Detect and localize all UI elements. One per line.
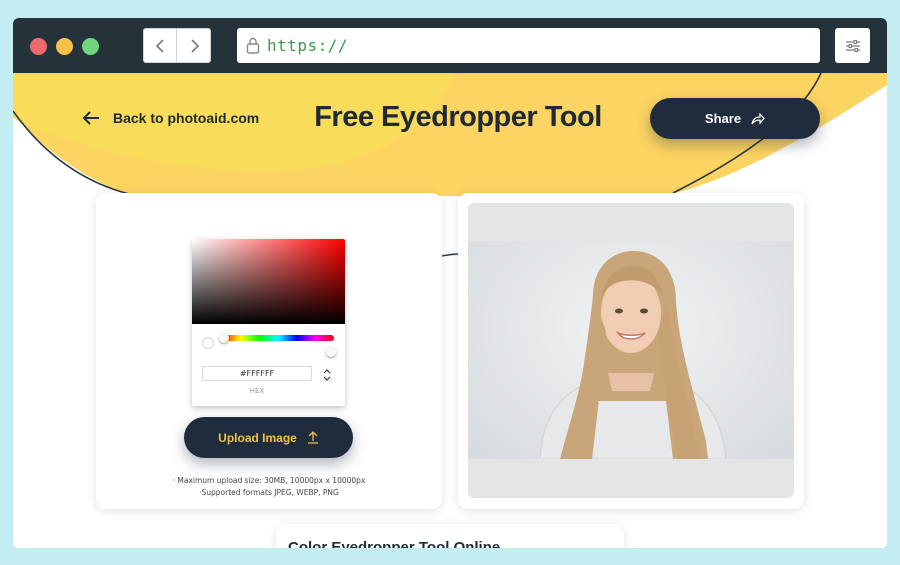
share-arrow-icon [751,112,765,125]
back-to-site-link[interactable]: Back to photoaid.com [81,108,259,128]
browser-titlebar: https:// [13,18,887,73]
lock-icon [245,37,261,55]
page-title: Free Eyedropper Tool [314,101,602,133]
back-link-label: Back to photoaid.com [113,110,260,126]
upload-arrow-icon [307,431,318,444]
minimize-window-button[interactable] [56,38,73,55]
chevron-up-down-icon [323,369,331,381]
saturation-area[interactable] [192,239,345,324]
forward-nav-button[interactable] [178,29,211,62]
hex-label: HEX [249,387,265,395]
close-window-button[interactable] [30,38,47,55]
hex-input[interactable]: #FFFFFF [202,366,312,381]
nav-buttons [143,28,211,63]
color-picker-card: #FFFFFF HEX Upload Image · Maximum uploa… [96,193,442,509]
info-section-card: Color Eyedropper Tool Online [276,524,624,548]
alpha-slider-thumb[interactable] [326,347,336,357]
hue-slider-thumb[interactable] [219,333,229,343]
url-text: https:// [267,36,349,55]
chevron-right-icon [190,38,199,53]
upload-size-note: · Maximum upload size: 30MB, 10000px x 1… [172,476,366,485]
page-content: Back to photoaid.com Free Eyedropper Too… [13,73,887,548]
share-button-label: Share [704,111,742,126]
back-nav-button[interactable] [144,29,177,62]
color-swatch [202,337,214,349]
sliders-icon [845,39,860,52]
browser-window: https:// Back to photoaid.com Free Eyedr… [13,18,887,548]
hue-slider[interactable] [222,335,334,341]
chevron-left-icon [155,38,164,53]
woman-portrait-image [539,251,727,459]
upload-button-label: Upload Image [218,430,297,445]
uploaded-photo[interactable] [468,241,794,459]
arrow-left-icon [82,111,99,125]
section-heading: Color Eyedropper Tool Online [288,539,501,548]
image-preview-area[interactable] [468,203,794,498]
format-toggle-button[interactable] [320,367,334,383]
address-bar[interactable]: https:// [237,28,820,63]
image-preview-card [458,193,804,509]
alpha-slider[interactable] [222,349,334,355]
settings-button[interactable] [835,28,870,63]
color-picker: #FFFFFF HEX [192,239,345,406]
maximize-window-button[interactable] [82,38,99,55]
upload-formats-note: ·Supported formats JPEG, WEBP, PNG [199,488,339,497]
upload-image-button[interactable]: Upload Image [184,417,353,458]
share-button[interactable]: Share [650,98,820,139]
